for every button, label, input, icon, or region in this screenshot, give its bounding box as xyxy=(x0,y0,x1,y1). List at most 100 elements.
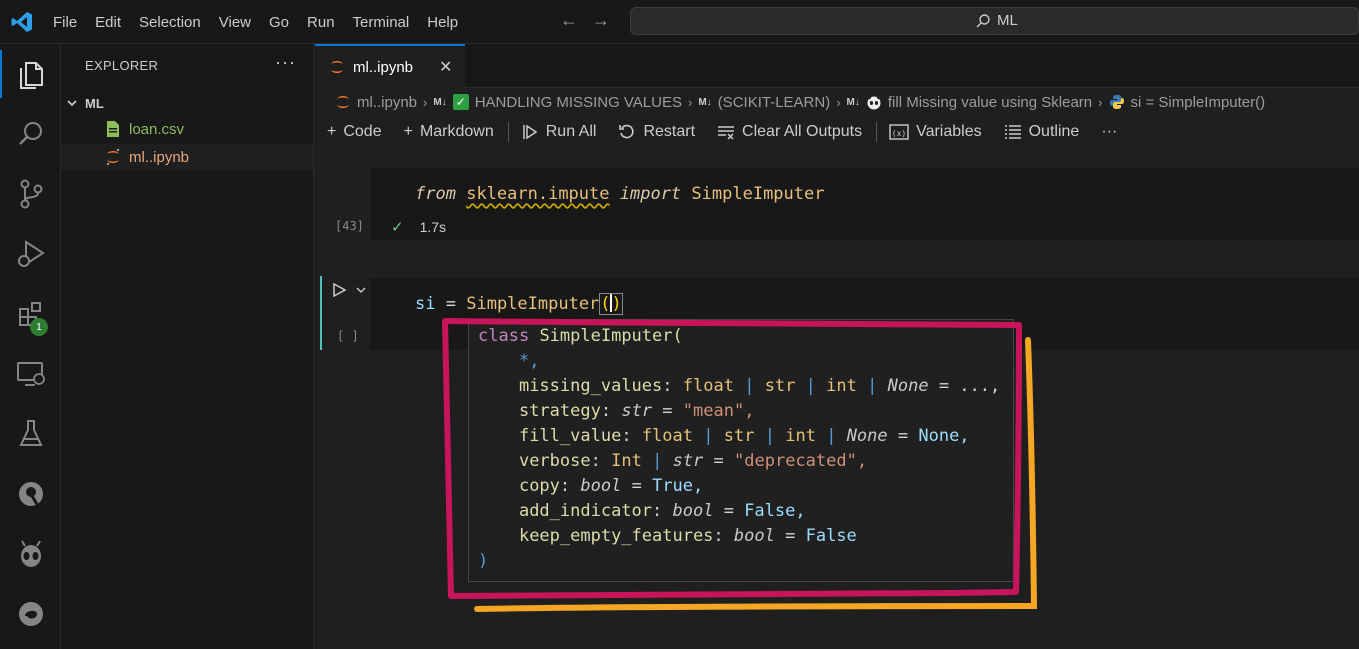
menu-edit[interactable]: Edit xyxy=(86,14,130,31)
explorer-title: EXPLORER xyxy=(85,58,159,73)
clear-all-outputs-button[interactable]: Clear All Outputs xyxy=(717,123,862,141)
tab-ml-ipynb[interactable]: ml..ipynb ✕ xyxy=(315,44,465,88)
folder-ml[interactable]: ML xyxy=(65,92,104,114)
plus-icon: + xyxy=(403,123,413,140)
button-label: ··· xyxy=(1101,123,1118,140)
source-control-activity[interactable] xyxy=(0,164,61,224)
extensions-badge: 1 xyxy=(30,318,48,336)
variables-button[interactable]: (x) Variables xyxy=(889,123,982,141)
outline-button[interactable]: Outline xyxy=(1004,123,1079,141)
checkbox-icon: ✓ xyxy=(452,94,469,110)
extension-alien-activity[interactable] xyxy=(0,524,61,584)
extension-edge-activity[interactable] xyxy=(0,584,61,644)
run-debug-activity[interactable] xyxy=(0,224,61,284)
markdown-icon: M↓ xyxy=(433,96,447,108)
breadcrumb-section-2[interactable]: (SCIKIT-LEARN) xyxy=(718,94,831,111)
param-fill-value: fill_value xyxy=(518,426,622,446)
file-loan-csv[interactable]: loan.csv xyxy=(61,116,313,142)
run-debug-icon xyxy=(17,240,45,267)
remote-explorer-icon xyxy=(16,362,45,386)
jupyter-icon xyxy=(337,96,349,108)
extension-r-activity[interactable] xyxy=(0,464,61,524)
explorer-activity[interactable] xyxy=(0,44,61,104)
file-label: ml..ipynb xyxy=(129,148,190,166)
edge-icon xyxy=(18,602,43,626)
chevron-down-icon[interactable] xyxy=(355,284,367,296)
file-ml-ipynb[interactable]: ml..ipynb xyxy=(61,144,313,170)
menu-run[interactable]: Run xyxy=(298,14,344,31)
play-icon xyxy=(333,282,347,298)
code-cell-1[interactable]: from sklearn.impute import SimpleImputer xyxy=(370,168,1359,240)
param-verbose: verbose xyxy=(518,451,591,471)
plus-icon: + xyxy=(327,123,337,140)
menu-terminal[interactable]: Terminal xyxy=(344,14,419,31)
paren-pair: () xyxy=(599,293,623,315)
run-all-button[interactable]: Run All xyxy=(521,123,596,141)
markdown-icon: M↓ xyxy=(698,96,712,108)
search-activity[interactable] xyxy=(0,104,61,164)
closing-paren: ) xyxy=(478,551,489,571)
run-cell-button[interactable] xyxy=(331,282,367,298)
breadcrumb-section-3[interactable]: fill Missing value using Sklearn xyxy=(888,94,1092,111)
close-tab-button[interactable]: ✕ xyxy=(439,57,452,77)
command-center-search[interactable]: ML xyxy=(630,7,1359,35)
title-bar: File Edit Selection View Go Run Terminal… xyxy=(0,0,1359,44)
param-missing-values: missing_values xyxy=(518,376,663,396)
toolbar-more-button[interactable]: ··· xyxy=(1101,123,1117,141)
panda-icon xyxy=(866,94,882,110)
extensions-activity[interactable]: 1 xyxy=(0,284,61,344)
vscode-logo-icon[interactable] xyxy=(10,10,34,34)
breadcrumb-file[interactable]: ml..ipynb xyxy=(357,94,417,111)
menu-selection[interactable]: Selection xyxy=(130,14,210,31)
explorer-more-button[interactable]: ··· xyxy=(275,52,296,73)
keyword-from: from xyxy=(415,184,456,204)
toolbar-divider xyxy=(876,122,878,142)
keyword-only-marker: *, xyxy=(518,351,540,371)
explorer-sidebar: EXPLORER ··· ML loan.csv ml..ipynb xyxy=(61,44,314,649)
operator-equals: = xyxy=(445,294,456,314)
menu-help[interactable]: Help xyxy=(418,14,467,31)
remote-explorer-activity[interactable] xyxy=(0,344,61,404)
success-check-icon: ✓ xyxy=(391,219,404,236)
source-control-icon xyxy=(20,179,42,209)
param-add-indicator: add_indicator xyxy=(518,501,653,521)
jupyter-icon xyxy=(106,148,120,166)
cell-1-duration: 1.7s xyxy=(419,219,447,235)
module-name: sklearn.impute xyxy=(466,184,610,204)
param-strategy: strategy xyxy=(518,401,601,421)
activity-bar: 1 xyxy=(0,44,61,649)
restart-button[interactable]: Restart xyxy=(618,123,695,141)
keyword-class: class xyxy=(478,326,530,346)
call-name: SimpleImputer xyxy=(466,294,600,314)
cell-1-status: ✓ 1.7s xyxy=(391,218,446,236)
cell-1-execution-count: [43] xyxy=(335,219,364,233)
breadcrumb-symbol[interactable]: si = SimpleImputer() xyxy=(1131,94,1266,111)
run-all-icon xyxy=(523,124,538,140)
breadcrumb-section-1[interactable]: HANDLING MISSING VALUES xyxy=(475,94,682,111)
button-label: Markdown xyxy=(419,123,494,140)
add-markdown-cell-button[interactable]: + Markdown xyxy=(404,123,494,141)
tab-label: ml..ipynb xyxy=(353,58,414,76)
forward-arrow-icon[interactable]: → xyxy=(592,10,610,31)
add-code-cell-button[interactable]: + Code xyxy=(327,123,382,141)
menu-go[interactable]: Go xyxy=(260,14,298,31)
param-default: "mean", xyxy=(682,401,755,421)
tab-bar: ml..ipynb ✕ xyxy=(315,44,1359,88)
keyword-import: import xyxy=(619,184,682,204)
back-arrow-icon[interactable]: ← xyxy=(560,10,578,31)
csv-file-icon xyxy=(107,121,119,137)
chevron-down-icon xyxy=(67,100,77,107)
search-icon xyxy=(976,13,990,27)
button-label: Clear All Outputs xyxy=(742,123,863,140)
menu-view[interactable]: View xyxy=(210,14,260,31)
chevron-right-icon: › xyxy=(423,94,428,110)
cell-1-code[interactable]: from sklearn.impute import SimpleImputer xyxy=(415,184,824,204)
flask-icon xyxy=(18,420,43,446)
toolbar-divider xyxy=(507,122,509,142)
signature-hover-popup: class SimpleImputer( *, missing_values: … xyxy=(468,319,1014,582)
cell-2-code[interactable]: si = SimpleImputer() xyxy=(415,293,623,315)
testing-activity[interactable] xyxy=(0,404,61,464)
svg-text:(x): (x) xyxy=(892,129,906,138)
menu-file[interactable]: File xyxy=(44,14,86,31)
chevron-right-icon: › xyxy=(836,94,841,110)
